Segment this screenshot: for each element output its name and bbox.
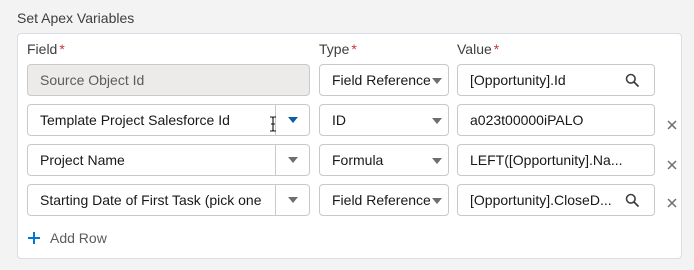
plus-icon bbox=[28, 232, 40, 244]
type-select-value: Formula bbox=[332, 152, 384, 168]
header-type-label: Type bbox=[319, 41, 350, 57]
value-input-text: [Opportunity].Id bbox=[470, 72, 566, 88]
chevron-down-icon bbox=[287, 117, 298, 123]
close-icon[interactable] bbox=[666, 119, 678, 131]
close-icon[interactable] bbox=[666, 159, 678, 171]
field-combobox-starting-date[interactable]: Starting Date of First Task (pick one bbox=[27, 184, 310, 216]
header-type: Type * bbox=[319, 41, 357, 57]
type-select-value: Field Reference bbox=[332, 192, 430, 208]
section-title: Set Apex Variables bbox=[17, 10, 135, 26]
header-field-label: Field bbox=[27, 41, 58, 57]
chevron-down-icon bbox=[432, 158, 442, 164]
type-select[interactable]: ID bbox=[319, 104, 449, 136]
search-icon[interactable] bbox=[625, 193, 639, 207]
value-input-text: LEFT([Opportunity].Na... bbox=[470, 152, 623, 168]
header-value-label: Value bbox=[457, 41, 492, 57]
field-combobox-value: Source Object Id bbox=[40, 72, 145, 88]
value-input[interactable]: a023t00000iPALO bbox=[457, 104, 655, 136]
field-combobox-toggle[interactable] bbox=[275, 185, 309, 215]
add-row-label: Add Row bbox=[50, 230, 107, 246]
required-marker: * bbox=[493, 41, 500, 57]
field-combobox-toggle[interactable] bbox=[275, 105, 309, 135]
type-select[interactable]: Field Reference bbox=[319, 184, 449, 216]
value-input-text: [Opportunity].CloseD... bbox=[470, 192, 612, 208]
header-value: Value * bbox=[457, 41, 499, 57]
type-select-value: ID bbox=[332, 112, 346, 128]
value-input[interactable]: [Opportunity].CloseD... bbox=[457, 184, 655, 216]
chevron-down-icon bbox=[287, 197, 298, 203]
text-cursor-icon bbox=[270, 116, 276, 132]
close-icon[interactable] bbox=[666, 197, 678, 209]
required-marker: * bbox=[59, 41, 65, 57]
field-combobox-toggle[interactable] bbox=[275, 145, 309, 175]
search-icon[interactable] bbox=[625, 73, 639, 87]
field-combobox-value: Starting Date of First Task (pick one bbox=[40, 192, 262, 208]
chevron-down-icon bbox=[432, 198, 442, 204]
chevron-down-icon bbox=[432, 118, 442, 124]
value-input[interactable]: [Opportunity].Id bbox=[457, 64, 655, 96]
type-select-value: Field Reference bbox=[332, 72, 430, 88]
value-input[interactable]: LEFT([Opportunity].Na... bbox=[457, 144, 655, 176]
add-row-button[interactable]: Add Row bbox=[27, 230, 107, 246]
field-combobox-source-object-id: Source Object Id bbox=[27, 64, 310, 96]
type-select[interactable]: Field Reference bbox=[319, 64, 449, 96]
header-field: Field * bbox=[27, 41, 65, 57]
chevron-down-icon bbox=[287, 157, 298, 163]
value-input-text: a023t00000iPALO bbox=[470, 112, 584, 128]
field-combobox-project-name[interactable]: Project Name bbox=[27, 144, 310, 176]
field-combobox-value: Template Project Salesforce Id bbox=[40, 112, 230, 128]
required-marker: * bbox=[351, 41, 357, 57]
field-combobox-value: Project Name bbox=[40, 152, 125, 168]
type-select[interactable]: Formula bbox=[319, 144, 449, 176]
chevron-down-icon bbox=[432, 78, 442, 84]
